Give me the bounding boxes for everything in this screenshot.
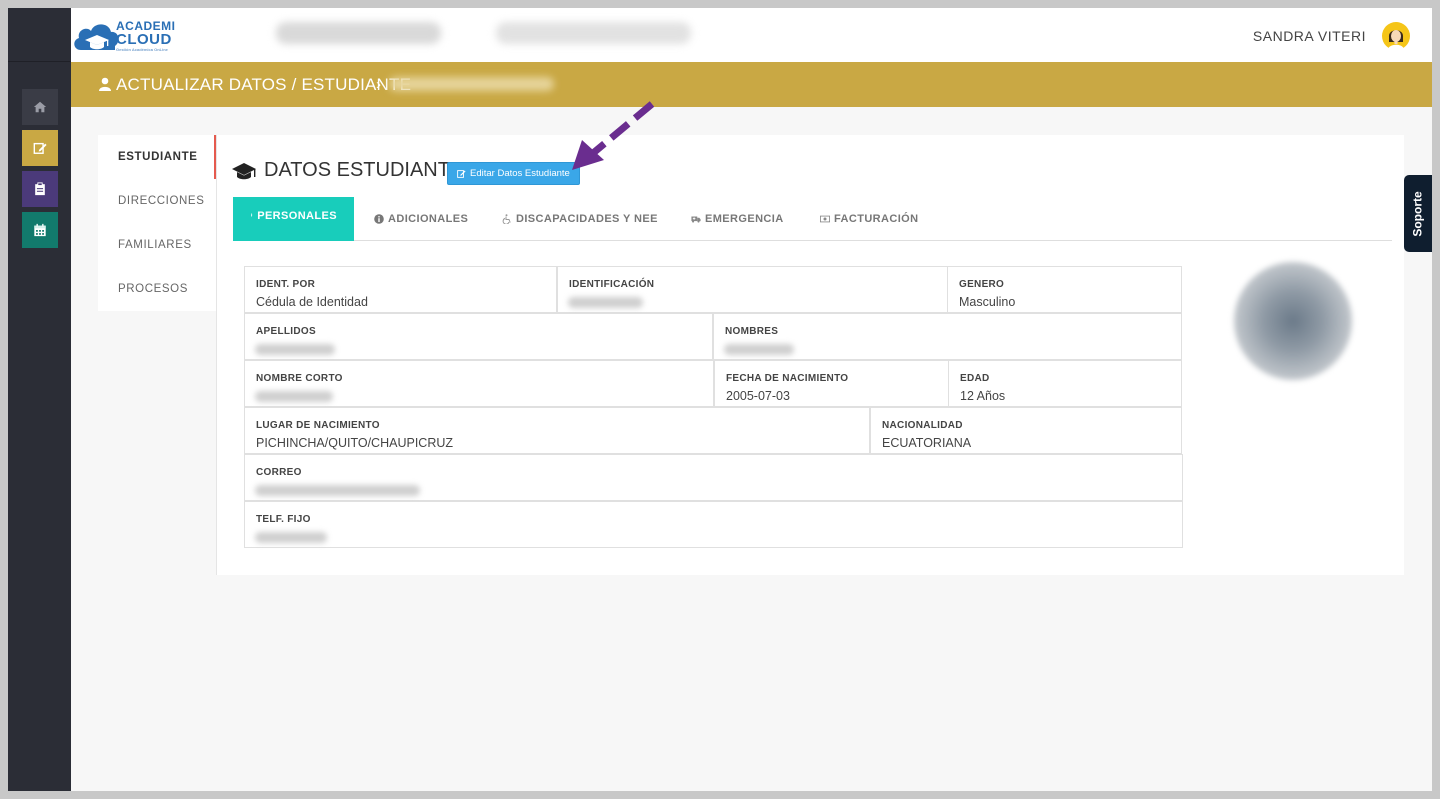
redacted-value — [255, 391, 333, 402]
home-icon — [33, 101, 47, 113]
field-value: PICHINCHA/QUITO/CHAUPICRUZ — [256, 436, 454, 450]
redacted-header-text-2 — [496, 22, 691, 44]
field-label: IDENT. POR — [256, 279, 316, 290]
breadcrumb-separator: › — [376, 76, 381, 93]
side-menu-procesos[interactable]: PROCESOS — [118, 283, 188, 295]
data-row: CORREO — [244, 454, 1183, 501]
annotation-arrow-icon — [572, 101, 655, 170]
redacted-student-name — [389, 77, 554, 91]
graduation-cap-icon — [232, 162, 256, 179]
calendar-icon — [34, 223, 46, 237]
rail-home-button[interactable] — [22, 89, 58, 125]
field-label: CORREO — [256, 467, 302, 478]
logo-tagline: Gestión Académica OnLine — [116, 47, 168, 52]
breadcrumb-title: ACTUALIZAR DATOS / ESTUDIANTE — [116, 75, 412, 94]
redacted-value — [255, 485, 420, 496]
logo-line2: CLOUD — [116, 31, 172, 48]
tab-facturacion[interactable]: FACTURACIÓN — [820, 197, 918, 241]
data-row: NOMBRE CORTO FECHA DE NACIMIENTO 2005-07… — [244, 360, 1183, 407]
tab-facturacion-label: FACTURACIÓN — [834, 213, 919, 225]
side-menu-direcciones[interactable]: DIRECCIONES — [118, 195, 204, 207]
data-row: TELF. FIJO — [244, 501, 1183, 548]
field-value: Cédula de Identidad — [256, 295, 368, 309]
field-genero: GENERO Masculino — [947, 266, 1182, 313]
left-rail — [8, 8, 71, 791]
field-value: 12 Años — [960, 389, 1006, 403]
tab-discapacidades-label: DISCAPACIDADES Y NEE — [516, 213, 658, 225]
field-value: Masculino — [959, 295, 1016, 309]
side-menu: ESTUDIANTE DIRECCIONES FAMILIARES PROCES… — [98, 135, 216, 311]
field-lugar-nacimiento: LUGAR DE NACIMIENTO PICHINCHA/QUITO/CHAU… — [244, 407, 870, 454]
rail-clipboard-button[interactable] — [22, 171, 58, 207]
field-edad: EDAD 12 Años — [948, 360, 1182, 407]
side-menu-estudiante[interactable]: ESTUDIANTE — [118, 151, 197, 163]
redacted-value — [255, 532, 327, 543]
tab-emergencia-label: EMERGENCIA — [705, 213, 784, 225]
breadcrumb-bar: ACTUALIZAR DATOS / ESTUDIANTE › — [71, 62, 1432, 107]
panel-title-text: DATOS ESTUDIANTE — [264, 159, 464, 181]
data-row: APELLIDOS NOMBRES — [244, 313, 1183, 360]
ambulance-icon — [691, 216, 701, 223]
support-tab-label: Soporte — [1411, 190, 1425, 237]
field-correo: CORREO — [244, 454, 1183, 501]
field-nombre-corto: NOMBRE CORTO — [244, 360, 714, 407]
student-data-grid: IDENT. POR Cédula de Identidad IDENTIFIC… — [244, 266, 1183, 548]
user-avatar-icon[interactable] — [1382, 22, 1410, 50]
field-label: NACIONALIDAD — [882, 420, 963, 431]
wheelchair-icon — [502, 214, 511, 224]
student-photo — [1234, 262, 1352, 380]
field-label: GENERO — [959, 279, 1005, 290]
edit-icon — [457, 170, 466, 178]
info-icon — [374, 214, 384, 224]
tab-adicionales[interactable]: ADICIONALES — [374, 197, 468, 241]
field-label: LUGAR DE NACIMIENTO — [256, 420, 380, 431]
tab-personales[interactable]: PERSONALES — [233, 197, 354, 241]
field-label: TELF. FIJO — [256, 514, 311, 525]
app-logo[interactable]: ACADEMI CLOUD Gestión Académica OnLine — [71, 14, 181, 56]
field-label: IDENTIFICACIÓN — [569, 279, 655, 290]
rail-top — [8, 8, 71, 62]
edit-student-button[interactable]: Editar Datos Estudiante — [447, 162, 580, 185]
tab-adicionales-label: ADICIONALES — [388, 213, 469, 225]
app-window: ACADEMI CLOUD Gestión Académica OnLine S… — [8, 8, 1432, 791]
field-nacionalidad: NACIONALIDAD ECUATORIANA — [870, 407, 1182, 454]
field-label: APELLIDOS — [256, 326, 316, 337]
rail-calendar-button[interactable] — [22, 212, 58, 248]
panel-title: DATOS ESTUDIANTE — [231, 159, 463, 182]
user-name[interactable]: SANDRA VITERI — [1253, 28, 1366, 44]
rail-edit-button[interactable] — [22, 130, 58, 166]
logo-text: ACADEMI CLOUD Gestión Académica OnLine — [116, 20, 176, 52]
redacted-header-text — [276, 22, 441, 44]
redacted-value — [568, 297, 643, 308]
person-icon — [251, 213, 253, 217]
tab-emergencia[interactable]: EMERGENCIA — [691, 197, 784, 241]
edit-student-button-label: Editar Datos Estudiante — [470, 168, 570, 179]
field-telf-fijo: TELF. FIJO — [244, 501, 1183, 548]
field-apellidos: APELLIDOS — [244, 313, 713, 360]
side-menu-familiares[interactable]: FAMILIARES — [118, 239, 192, 251]
tab-discapacidades[interactable]: DISCAPACIDADES Y NEE — [502, 197, 658, 241]
field-identificacion: IDENTIFICACIÓN — [557, 266, 948, 313]
field-label: FECHA DE NACIMIENTO — [726, 373, 849, 384]
edit-icon — [33, 142, 47, 154]
tab-bar: PERSONALES ADICIONALES DISCAPACIDADES Y … — [233, 197, 1392, 241]
support-tab[interactable]: Soporte — [1404, 175, 1432, 252]
field-value: 2005-07-03 — [726, 389, 790, 403]
field-label: NOMBRE CORTO — [256, 373, 343, 384]
data-row: IDENT. POR Cédula de Identidad IDENTIFIC… — [244, 266, 1183, 313]
field-ident-por: IDENT. POR Cédula de Identidad — [244, 266, 557, 313]
data-row: LUGAR DE NACIMIENTO PICHINCHA/QUITO/CHAU… — [244, 407, 1183, 454]
redacted-value — [255, 344, 335, 355]
field-nombres: NOMBRES — [713, 313, 1182, 360]
money-icon — [820, 215, 830, 223]
field-label: EDAD — [960, 373, 990, 384]
top-header: ACADEMI CLOUD Gestión Académica OnLine S… — [71, 8, 1432, 62]
clipboard-icon — [35, 182, 45, 196]
user-icon — [99, 77, 111, 91]
field-label: NOMBRES — [725, 326, 779, 337]
tab-personales-label: PERSONALES — [257, 210, 337, 222]
field-value: ECUATORIANA — [882, 436, 972, 450]
field-fecha-nacimiento: FECHA DE NACIMIENTO 2005-07-03 — [714, 360, 949, 407]
redacted-value — [724, 344, 794, 355]
